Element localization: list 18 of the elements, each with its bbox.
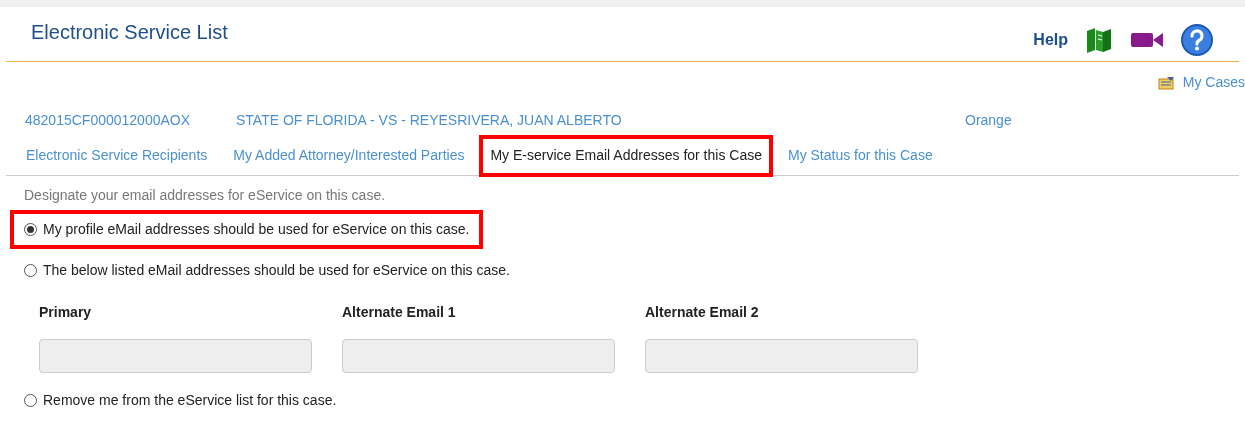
radio-option[interactable]: Remove me from the eService list for this case. (14, 385, 347, 416)
field-label: Primary (39, 303, 93, 322)
page-title: Electronic Service List (31, 20, 228, 45)
help-icon[interactable] (1180, 23, 1214, 57)
tab[interactable]: Electronic Service Recipients (19, 138, 215, 173)
field-label: Alternate Email 2 (645, 303, 760, 322)
radio-option[interactable]: The below listed eMail addresses should be used for eService on this case. (14, 255, 520, 286)
help-link[interactable]: Help (1033, 28, 1068, 52)
field-label: Alternate Email 1 (342, 303, 457, 322)
video-camera-icon[interactable] (1130, 30, 1164, 50)
instruction-text: Designate your email addresses for eService on this case. (24, 186, 387, 205)
my-cases-link[interactable]: My Cases (1182, 72, 1245, 93)
tab[interactable]: My Added Attorney/Interested Parties (226, 138, 472, 173)
case-list-icon (1157, 75, 1175, 90)
county-name: Orange (965, 111, 1012, 130)
case-number: 482015CF000012000AOX (25, 111, 192, 130)
books-icon[interactable] (1084, 25, 1114, 55)
case-title: STATE OF FLORIDA - VS - REYESRIVERA, JUAN ALBERTO (236, 111, 623, 130)
